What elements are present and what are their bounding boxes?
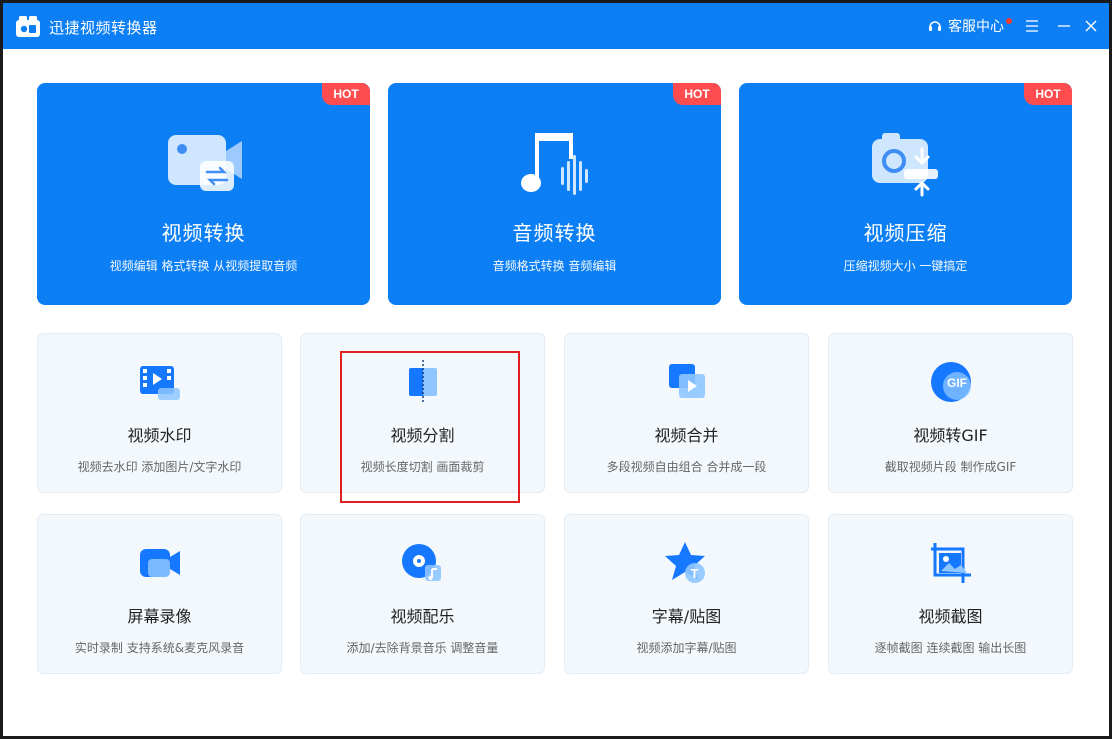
notification-dot <box>1006 18 1012 24</box>
card-description: 添加/去除背景音乐 调整音量 <box>346 641 499 655</box>
card-title: 视频合并 <box>654 426 719 445</box>
hot-badge: HOT <box>1024 83 1072 105</box>
music-icon <box>402 544 441 581</box>
video-merge-card[interactable]: 视频合并 多段视频自由组合 合并成一段 <box>564 333 809 493</box>
hot-badge: HOT <box>322 83 370 105</box>
video-watermark-card[interactable]: 视频水印 视频去水印 添加图片/文字水印 <box>37 333 282 493</box>
app-logo-icon <box>16 16 40 37</box>
svg-text:GIF: GIF <box>947 376 967 390</box>
card-description: 视频添加字幕/贴图 <box>636 641 737 655</box>
merge-icon <box>669 364 705 398</box>
minimize-button[interactable] <box>1053 15 1075 37</box>
card-description: 视频长度切割 画面裁剪 <box>360 460 485 474</box>
svg-text:T: T <box>691 566 699 581</box>
gif-icon: GIF <box>931 362 971 402</box>
screen-record-card[interactable]: 屏幕录像 实时录制 支持系统&麦克风录音 <box>37 514 282 674</box>
video-to-gif-card[interactable]: GIF 视频转GIF 截取视频片段 制作成GIF <box>828 333 1073 493</box>
card-description: 逐帧截图 连续截图 输出长图 <box>874 641 1027 655</box>
audio-convert-card[interactable]: HOT 音频转换 音频格式转换 音频编辑 <box>388 83 721 305</box>
app-window: 迅捷视频转换器 客服中心 HOT 视频转换 视频编辑 格式转换 从视频提取音频 … <box>0 0 1112 739</box>
close-button[interactable] <box>1080 15 1102 37</box>
customer-service-button[interactable]: 客服中心 <box>927 16 1004 36</box>
card-description: 截取视频片段 制作成GIF <box>884 460 1017 474</box>
card-description: 多段视频自由组合 合并成一段 <box>606 460 767 474</box>
hot-badge: HOT <box>673 83 721 105</box>
card-title: 视频转GIF <box>913 426 988 445</box>
subtitle-sticker-card[interactable]: T 字幕/贴图 视频添加字幕/贴图 <box>564 514 809 674</box>
menu-icon <box>1026 20 1038 32</box>
video-compress-icon <box>872 133 938 197</box>
minimize-icon <box>1058 25 1070 27</box>
video-music-card[interactable]: 视频配乐 添加/去除背景音乐 调整音量 <box>300 514 545 674</box>
card-title: 视频压缩 <box>863 221 948 245</box>
card-title: 音频转换 <box>512 221 597 245</box>
card-description: 实时录制 支持系统&麦克风录音 <box>74 641 245 655</box>
video-convert-icon <box>168 135 242 191</box>
video-compress-card[interactable]: HOT 视频压缩 压缩视频大小 一键搞定 <box>739 83 1072 305</box>
menu-button[interactable] <box>1021 15 1043 37</box>
card-description: 音频格式转换 音频编辑 <box>492 259 617 273</box>
video-convert-card[interactable]: HOT 视频转换 视频编辑 格式转换 从视频提取音频 <box>37 83 370 305</box>
headset-icon <box>929 21 941 31</box>
card-title: 视频水印 <box>127 426 192 445</box>
customer-service-label: 客服中心 <box>948 19 1004 35</box>
watermark-icon <box>140 366 180 400</box>
video-screenshot-card[interactable]: 视频截图 逐帧截图 连续截图 输出长图 <box>828 514 1073 674</box>
close-icon <box>1085 20 1097 32</box>
card-title: 视频转换 <box>161 221 246 245</box>
app-title: 迅捷视频转换器 <box>49 19 158 37</box>
card-title: 视频分割 <box>390 426 455 445</box>
subtitle-icon: T <box>665 542 705 583</box>
card-title: 屏幕录像 <box>127 607 192 626</box>
card-title: 字幕/贴图 <box>651 607 722 626</box>
screen-record-icon <box>140 549 180 577</box>
split-icon <box>409 360 437 404</box>
card-title: 视频截图 <box>918 607 983 626</box>
video-split-card[interactable]: 视频分割 视频长度切割 画面裁剪 <box>300 333 545 493</box>
card-description: 视频去水印 添加图片/文字水印 <box>77 460 242 474</box>
title-bar: 迅捷视频转换器 客服中心 <box>3 3 1109 49</box>
screenshot-icon <box>931 543 971 583</box>
audio-convert-icon <box>521 133 588 195</box>
card-description: 视频编辑 格式转换 从视频提取音频 <box>109 259 298 273</box>
card-title: 视频配乐 <box>390 607 455 626</box>
card-description: 压缩视频大小 一键搞定 <box>843 259 968 273</box>
